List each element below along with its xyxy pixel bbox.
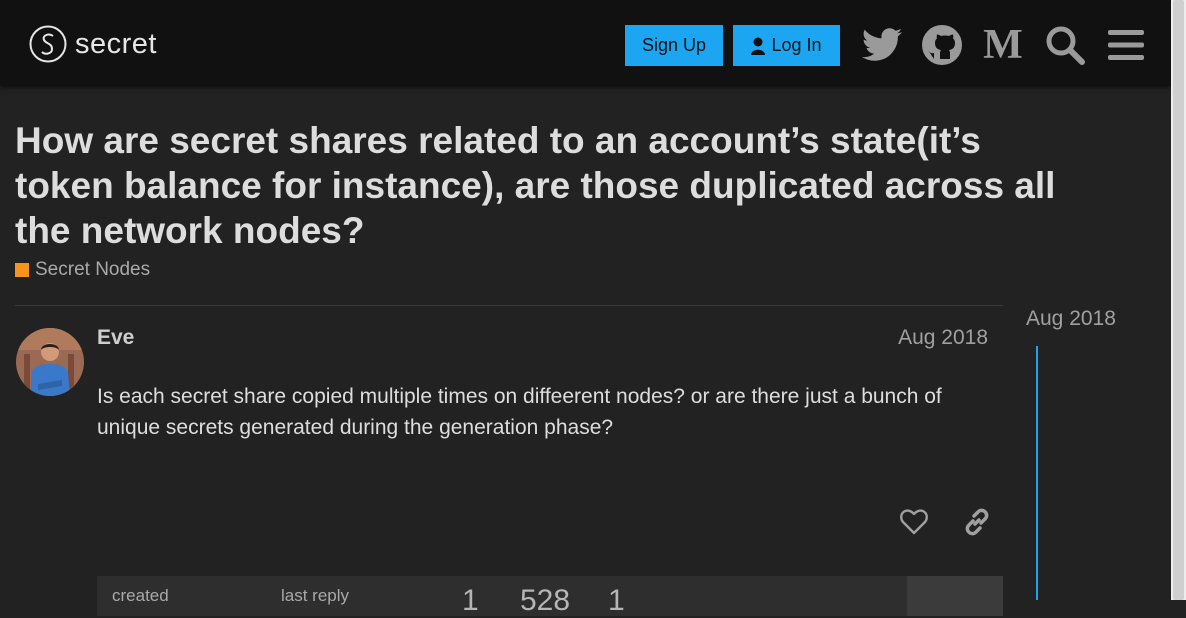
topic-map-expand-button[interactable] bbox=[907, 576, 1003, 616]
timeline-date[interactable]: Aug 2018 bbox=[1026, 307, 1116, 331]
share-link-button[interactable] bbox=[959, 504, 995, 540]
category-name: Secret Nodes bbox=[35, 259, 151, 280]
site-logo[interactable]: secret bbox=[29, 24, 157, 64]
like-button[interactable] bbox=[896, 504, 932, 540]
log-in-button[interactable]: Log In bbox=[733, 25, 840, 66]
topic-title[interactable]: How are secret shares related to an acco… bbox=[15, 118, 1065, 253]
user-icon bbox=[751, 37, 766, 55]
scrollbar-thumb[interactable] bbox=[1173, 0, 1184, 600]
last-reply-label: last reply bbox=[281, 586, 350, 605]
github-icon[interactable] bbox=[920, 23, 964, 67]
title-divider bbox=[15, 305, 1003, 306]
category-badge[interactable]: Secret Nodes bbox=[15, 259, 150, 281]
post-date[interactable]: Aug 2018 bbox=[898, 326, 988, 350]
page-scrollbar[interactable] bbox=[1171, 0, 1186, 600]
heart-icon bbox=[900, 509, 928, 535]
twitter-icon[interactable] bbox=[860, 23, 904, 67]
timeline-scroll-track[interactable] bbox=[1036, 346, 1038, 600]
created-label: created bbox=[112, 586, 169, 605]
topic-map: created last reply 1 528 1 bbox=[97, 576, 1003, 617]
avatar[interactable] bbox=[16, 328, 84, 396]
users-count: 1 bbox=[608, 584, 625, 617]
search-icon[interactable] bbox=[1043, 23, 1087, 67]
secret-logo-icon bbox=[29, 25, 67, 63]
views-count: 528 bbox=[520, 584, 571, 617]
site-header: secret Sign Up Log In M bbox=[0, 0, 1171, 86]
logo-text: secret bbox=[75, 27, 157, 60]
sign-up-button[interactable]: Sign Up bbox=[625, 25, 723, 66]
medium-icon[interactable]: M bbox=[981, 23, 1025, 67]
category-color-square bbox=[15, 263, 29, 277]
post-body: Is each secret share copied multiple tim… bbox=[97, 385, 942, 439]
link-icon bbox=[965, 508, 989, 536]
hamburger-menu-icon[interactable] bbox=[1104, 23, 1148, 67]
replies-count: 1 bbox=[462, 584, 479, 617]
log-in-label: Log In bbox=[771, 35, 822, 55]
post-username[interactable]: Eve bbox=[97, 326, 134, 350]
